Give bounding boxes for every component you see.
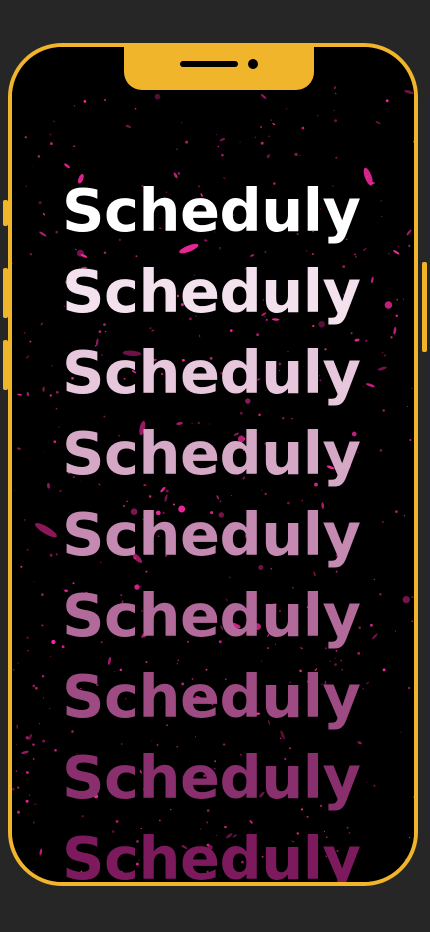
front-camera-icon: [248, 59, 258, 69]
power-button: [422, 262, 427, 352]
wordmark-1: Scheduly: [62, 176, 361, 245]
wordmark-9: Scheduly: [62, 824, 361, 886]
speaker-grille: [180, 61, 238, 67]
wordmark-2: Scheduly: [62, 257, 361, 326]
screen: Scheduly Scheduly Scheduly Scheduly Sche…: [12, 47, 414, 882]
wordmark-8: Scheduly: [62, 743, 361, 812]
canvas: Scheduly Scheduly Scheduly Scheduly Sche…: [0, 0, 430, 932]
wordmark-4: Scheduly: [62, 419, 361, 488]
notch: [124, 47, 314, 90]
wordmark-5: Scheduly: [62, 500, 361, 569]
wordmark-6: Scheduly: [62, 581, 361, 650]
wordmark-3: Scheduly: [62, 338, 361, 407]
wordmark-7: Scheduly: [62, 662, 361, 731]
phone-frame: Scheduly Scheduly Scheduly Scheduly Sche…: [8, 43, 418, 886]
